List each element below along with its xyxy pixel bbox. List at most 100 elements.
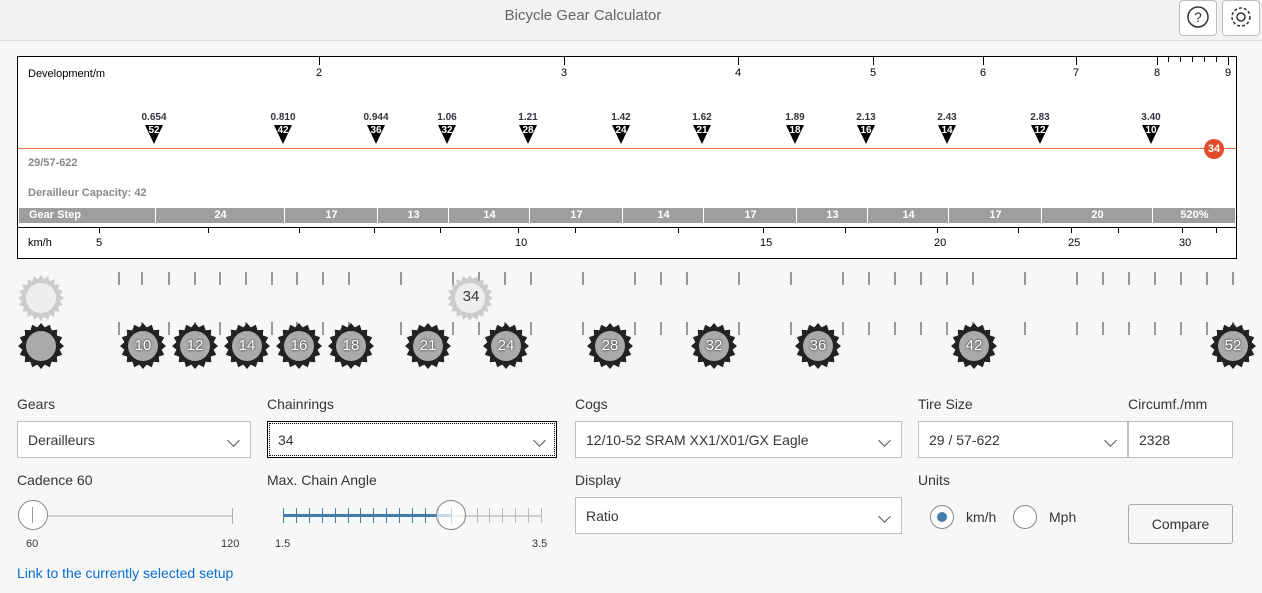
development-minor-tick <box>1228 57 1229 62</box>
gears-select[interactable]: Derailleurs <box>17 421 251 458</box>
development-minor-tick <box>1192 57 1193 62</box>
chain-angle-tick <box>308 508 310 523</box>
development-tick-label: 8 <box>1154 67 1161 79</box>
chain-angle-slider-handle[interactable] <box>436 500 466 530</box>
cog-label: 21 <box>419 337 437 354</box>
front-chainring-icon[interactable] <box>17 274 65 322</box>
cadence-track[interactable] <box>33 515 233 517</box>
speed-tick <box>440 227 441 233</box>
settings-button[interactable] <box>1222 0 1260 36</box>
rear-wheel-cog-icon[interactable] <box>17 322 65 370</box>
chain-angle-tick <box>360 508 362 523</box>
chain-position-tick <box>582 272 584 285</box>
drivetrain-visual: 34 10 12 14 16 18 21 24 28 32 36 42 52 <box>0 262 1262 382</box>
gear-step-cell: 520% <box>1152 208 1236 223</box>
display-value: Ratio <box>586 508 619 524</box>
chain-position-tick <box>530 272 532 285</box>
development-tick <box>1076 57 1077 65</box>
cog-position-tick <box>1206 322 1208 335</box>
chain-position-tick <box>894 272 896 285</box>
gear-marker-cog: 28 <box>522 125 534 136</box>
chainrings-select[interactable]: 34 <box>267 421 557 458</box>
display-select[interactable]: Ratio <box>575 497 902 534</box>
chain-angle-tick <box>334 508 336 523</box>
units-kmh-label[interactable]: km/h <box>966 509 996 525</box>
cog-position-tick <box>582 322 584 335</box>
gear-ratio-label: 0.944 <box>363 112 389 123</box>
cadence-slider-handle[interactable] <box>18 500 48 530</box>
chain-position-tick <box>686 272 688 285</box>
compare-button[interactable]: Compare <box>1128 504 1233 544</box>
cog-position-tick <box>686 322 688 335</box>
units-radio-kmh[interactable] <box>930 505 954 529</box>
tire-size-value: 29 / 57-622 <box>929 432 1000 448</box>
gear-step-cell: 14 <box>448 208 530 223</box>
cog-label: 16 <box>290 337 308 354</box>
speed-tick-label: 20 <box>934 237 947 249</box>
chain-angle-tick <box>283 508 284 523</box>
speed-tick-label: 25 <box>1068 237 1081 249</box>
units-mph-label[interactable]: Mph <box>1049 509 1076 525</box>
speed-tick <box>1118 227 1119 233</box>
chain-position-tick <box>271 272 273 285</box>
gear-step-cell: 24 <box>155 208 285 223</box>
cogs-label: Cogs <box>575 396 608 412</box>
gear-step-cell: 13 <box>377 208 449 223</box>
gear-ratio-label: 1.89 <box>785 112 805 123</box>
speed-tick <box>1216 227 1217 233</box>
cog-label: 10 <box>134 337 152 354</box>
app-title: Bicycle Gear Calculator <box>504 7 662 24</box>
cog-position-tick <box>168 322 170 335</box>
cog-position-tick <box>271 322 273 335</box>
gear-marker-cog: 16 <box>860 125 872 136</box>
cadence-min: 60 <box>26 538 39 550</box>
chainrings-label: Chainrings <box>267 396 334 412</box>
cog-position-tick <box>660 322 662 335</box>
development-tick-label: 4 <box>735 67 742 79</box>
gear-marker-cog: 21 <box>696 125 708 136</box>
cog-position-tick <box>634 322 636 335</box>
chain-position-tick <box>245 272 247 285</box>
chain-position-tick <box>1180 272 1182 285</box>
gear-step-cell: 13 <box>796 208 868 223</box>
chain-angle-max: 3.5 <box>532 538 548 550</box>
tire-size-select[interactable]: 29 / 57-622 <box>918 421 1128 458</box>
chainring-badge[interactable]: 34 <box>1204 139 1224 159</box>
speed-tick <box>208 227 209 233</box>
chain-angle-tick <box>541 508 542 523</box>
units-radio-mph[interactable] <box>1013 505 1037 529</box>
speed-tick-label: 10 <box>515 237 528 249</box>
cog-position-tick <box>1076 322 1078 335</box>
development-tick <box>983 57 984 65</box>
chain-angle-label: Max. Chain Angle <box>267 472 377 488</box>
cogs-select[interactable]: 12/10-52 SRAM XX1/X01/GX Eagle <box>575 421 902 458</box>
gear-ratio-label: 1.06 <box>437 112 457 123</box>
circumference-input[interactable]: 2328 <box>1128 421 1233 458</box>
chain-position-tick <box>634 272 636 285</box>
cog-position-tick <box>1128 322 1130 335</box>
cog-label: 12 <box>186 337 204 354</box>
gear-marker-cog: 42 <box>277 125 289 136</box>
chain-angle-tick <box>295 508 297 523</box>
gear-step-cell: 14 <box>867 208 949 223</box>
gear-ratio-label: 0.810 <box>270 112 296 123</box>
gear-marker-cog: 32 <box>441 125 453 136</box>
development-tick <box>319 57 320 65</box>
chain-angle-tick <box>373 508 375 523</box>
question-circle-icon: ? <box>1187 6 1209 28</box>
chain-angle-tick <box>386 508 388 523</box>
cog-label: 14 <box>238 337 256 354</box>
help-button[interactable]: ? <box>1179 0 1217 36</box>
chain-position-tick <box>1102 272 1104 285</box>
chain-position-tick <box>504 272 506 285</box>
chevron-down-icon <box>533 434 546 447</box>
chain-position-tick <box>1206 272 1208 285</box>
chain-position-tick <box>348 272 350 285</box>
chain-position-tick <box>322 272 324 285</box>
chain-angle-tick <box>476 508 478 523</box>
setup-link[interactable]: Link to the currently selected setup <box>17 565 233 581</box>
speed-tick <box>299 227 300 233</box>
speed-axis-label: km/h <box>28 237 52 249</box>
chain-position-tick <box>219 272 221 285</box>
chain-position-tick <box>1154 272 1156 285</box>
